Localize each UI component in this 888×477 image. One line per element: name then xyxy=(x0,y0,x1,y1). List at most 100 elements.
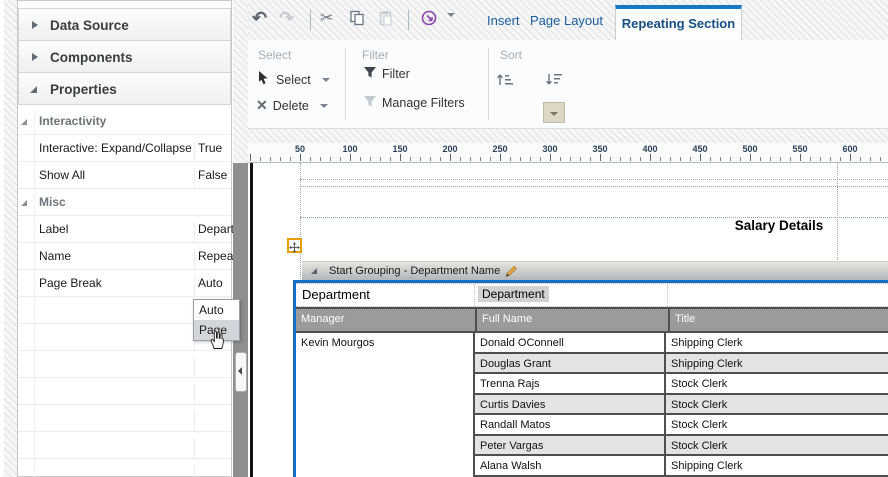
sort-group-label: Sort xyxy=(500,48,523,62)
employee-rows: Donald OConnell Shipping Clerk Douglas G… xyxy=(475,333,888,477)
undo-icon: ↶ xyxy=(252,8,268,28)
sort-descending-button[interactable] xyxy=(544,72,562,90)
accordion-label: Data Source xyxy=(50,18,129,33)
ribbon-separator xyxy=(488,48,489,120)
delete-x-icon: ✕ xyxy=(256,97,268,113)
toolbar-separator xyxy=(408,10,409,30)
title-cell[interactable]: Shipping Clerk xyxy=(666,354,888,373)
select-group-label: Select xyxy=(258,48,292,62)
full-name-cell[interactable]: Donald OConnell xyxy=(475,333,666,352)
property-label: Show All xyxy=(39,168,86,182)
dropdown-option-auto[interactable]: Auto xyxy=(194,300,239,320)
empty-property-row xyxy=(18,378,231,405)
department-data-field[interactable]: Department xyxy=(478,286,549,302)
sidebar-item-data-source[interactable]: Data Source xyxy=(18,8,231,41)
panel-gap-hatch xyxy=(233,0,248,163)
full-name-cell[interactable]: Douglas Grant xyxy=(475,353,666,373)
title-cell[interactable]: Shipping Clerk xyxy=(666,456,888,475)
copy-icon xyxy=(349,10,365,29)
tab-page-layout[interactable]: Page Layout xyxy=(530,13,603,28)
property-label: Page Break xyxy=(39,276,102,290)
full-name-cell[interactable]: Peter Vargas xyxy=(475,435,666,455)
manage-filters-button[interactable]: Manage Filters xyxy=(363,95,465,111)
header-cell-manager[interactable]: Manager xyxy=(296,309,475,331)
ribbon-overflow-button[interactable] xyxy=(543,102,565,123)
property-value[interactable]: Auto xyxy=(194,276,234,297)
report-designer-window: Data Source Components Properties Intera… xyxy=(0,0,888,477)
hand-cursor-icon xyxy=(209,329,226,355)
accordion-label: Components xyxy=(50,50,133,65)
cut-icon: ✂ xyxy=(320,10,334,27)
filter-group-label: Filter xyxy=(362,48,389,62)
undo-button[interactable]: ↶ xyxy=(252,8,267,28)
property-value[interactable]: True xyxy=(194,141,234,162)
ruler-number: 200 xyxy=(442,144,458,154)
sort-ascending-button[interactable] xyxy=(495,72,513,90)
property-group-misc[interactable]: Misc xyxy=(18,189,231,216)
department-label-cell[interactable]: Department xyxy=(296,284,475,306)
sort-descending-icon xyxy=(544,72,562,90)
department-field-cell[interactable]: Department xyxy=(475,284,668,306)
title-cell[interactable]: Stock Clerk xyxy=(666,415,888,434)
start-grouping-bar[interactable]: Start Grouping - Department Name xyxy=(302,261,888,280)
title-cell[interactable]: Stock Clerk xyxy=(666,395,888,414)
filter-button[interactable]: Filter xyxy=(363,66,410,82)
chevron-right-icon xyxy=(32,21,38,29)
ruler-number: 300 xyxy=(542,144,558,154)
four-way-arrow-icon xyxy=(289,242,300,253)
report-title[interactable]: Salary Details xyxy=(679,218,879,233)
title-cell[interactable]: Stock Clerk xyxy=(666,436,888,455)
select-button[interactable]: Select xyxy=(256,70,330,89)
chevron-down-icon xyxy=(447,13,455,32)
title-cell[interactable]: Shipping Clerk xyxy=(666,333,888,352)
delete-button[interactable]: ✕ Delete xyxy=(256,97,328,114)
collapse-panel-button[interactable] xyxy=(235,352,247,392)
move-handle[interactable] xyxy=(287,238,302,253)
table-row: Douglas Grant Shipping Clerk xyxy=(475,353,888,375)
toolbar-separator xyxy=(310,10,311,30)
delete-button-label: Delete xyxy=(272,98,309,113)
header-cell-title[interactable]: Title xyxy=(668,309,888,331)
property-value[interactable]: Depart xyxy=(194,222,234,243)
property-row-page-break[interactable]: Page Break Auto xyxy=(18,270,231,297)
property-row[interactable]: Interactive: Expand/Collapse True xyxy=(18,135,231,162)
full-name-cell[interactable]: Curtis Davies xyxy=(475,394,666,414)
property-group-interactivity[interactable]: Interactivity xyxy=(18,108,231,135)
header-cell-full-name[interactable]: Full Name xyxy=(475,309,668,331)
edit-pencil-icon[interactable] xyxy=(504,264,519,279)
table-row: Curtis Davies Stock Clerk xyxy=(475,394,888,416)
sidebar-item-properties[interactable]: Properties xyxy=(18,72,231,105)
property-row[interactable]: Name Repea xyxy=(18,243,234,270)
preview-dropdown-button[interactable] xyxy=(447,13,455,32)
select-cursor-icon xyxy=(256,70,271,89)
ruler-number: 600 xyxy=(842,144,858,154)
accordion-label: Properties xyxy=(50,82,117,97)
ruler-cap-hatch xyxy=(248,129,888,143)
table-body: Kevin Mourgos Donald OConnell Shipping C… xyxy=(296,333,888,477)
property-label: Name xyxy=(39,249,72,263)
sidebar-item-components[interactable]: Components xyxy=(18,40,231,73)
title-cell[interactable]: Stock Clerk xyxy=(666,374,888,393)
empty-property-row xyxy=(18,459,231,477)
full-name-cell[interactable]: Alana Walsh xyxy=(475,456,666,476)
manager-cell[interactable]: Kevin Mourgos xyxy=(296,333,475,477)
cut-button[interactable]: ✂ xyxy=(320,9,333,29)
left-edge-hatch xyxy=(4,0,17,477)
repeating-section-table: Department Department Manager Full Name … xyxy=(293,280,888,477)
preview-button[interactable] xyxy=(420,9,440,31)
redo-button[interactable]: ↷ xyxy=(279,8,294,28)
property-value[interactable]: Repea xyxy=(194,249,234,270)
paste-button[interactable] xyxy=(378,10,393,29)
property-row[interactable]: Label Depart xyxy=(18,216,234,243)
property-value[interactable]: False xyxy=(194,168,234,189)
ruler-number: 150 xyxy=(392,144,408,154)
property-row[interactable]: Show All False xyxy=(18,162,231,189)
full-name-cell[interactable]: Randall Matos xyxy=(475,415,666,434)
tab-repeating-section[interactable]: Repeating Section xyxy=(615,5,742,40)
ruler-number: 450 xyxy=(692,144,708,154)
department-label-row: Department Department xyxy=(296,283,888,307)
page-edge-line xyxy=(250,163,253,477)
copy-button[interactable] xyxy=(349,10,365,29)
tab-insert[interactable]: Insert xyxy=(487,13,520,28)
full-name-cell[interactable]: Trenna Rajs xyxy=(475,374,666,393)
